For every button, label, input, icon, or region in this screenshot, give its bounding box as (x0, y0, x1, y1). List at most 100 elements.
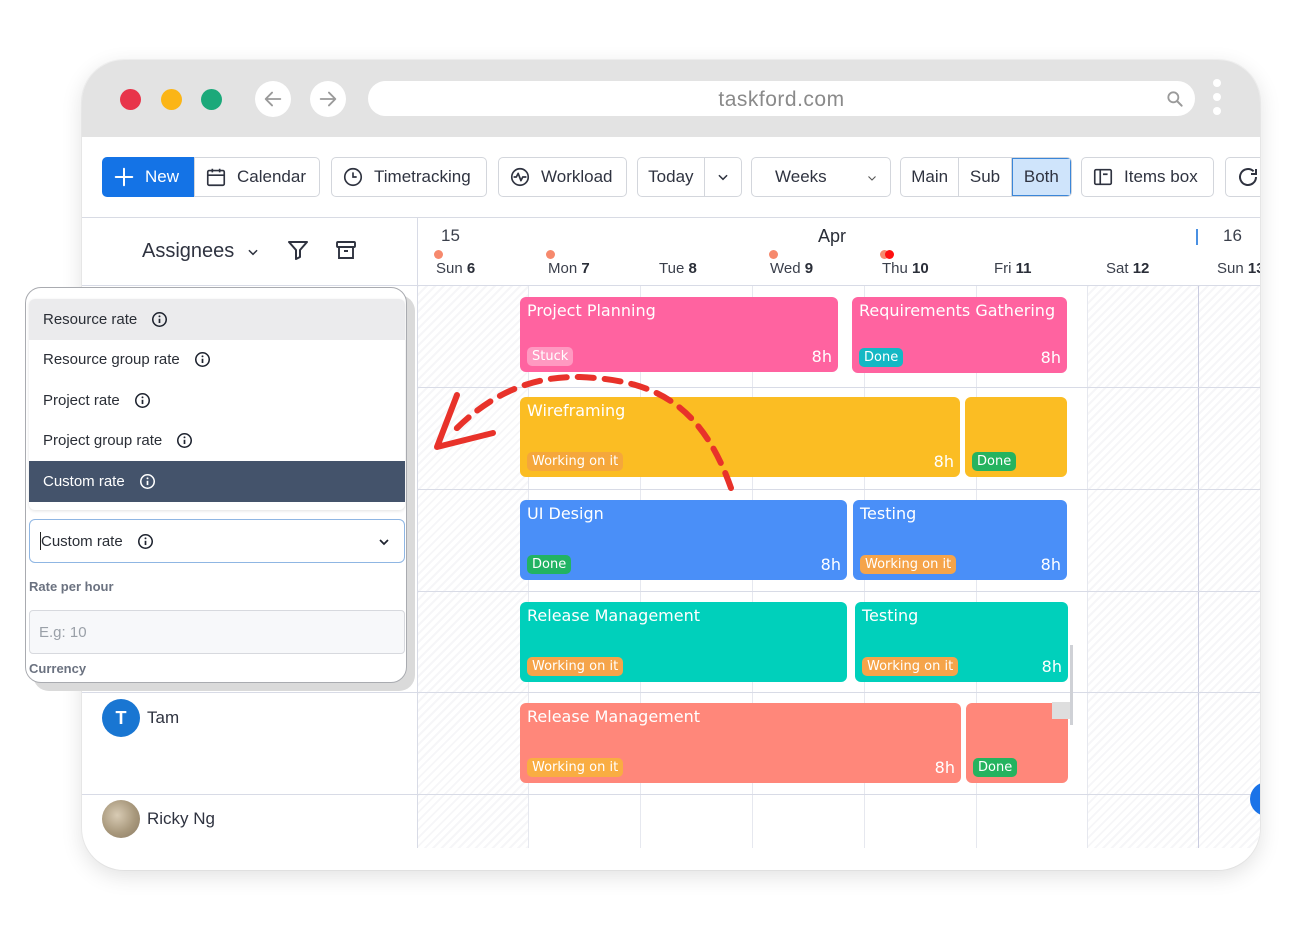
task-bar[interactable]: Testing Working on it 8h (853, 500, 1067, 580)
rate-option-resource-rate[interactable]: Resource rate (29, 299, 405, 340)
rate-type-select[interactable]: Custom rate (29, 519, 405, 563)
status-badge[interactable]: Done (859, 348, 904, 367)
address-bar[interactable]: taskford.com (368, 81, 1195, 116)
toolbar: New Calendar Timetracking Workload Today… (82, 157, 1260, 197)
rate-option-custom-rate[interactable]: Custom rate (29, 461, 405, 502)
task-title: Requirements Gathering (859, 301, 1056, 320)
day-column-sun-6 (417, 285, 528, 848)
option-label: Resource rate (43, 310, 138, 328)
items-box-button[interactable]: Items box (1081, 157, 1214, 197)
maximize-window-button[interactable] (201, 89, 222, 110)
status-badge[interactable]: Working on it (527, 758, 624, 777)
group-by-select[interactable]: Assignees (142, 240, 260, 263)
chevron-down-icon (379, 539, 389, 546)
search-icon[interactable] (1165, 89, 1185, 109)
rate-per-hour-input[interactable]: E.g: 10 (29, 610, 405, 654)
minimize-window-button[interactable] (161, 89, 182, 110)
calendar-icon (206, 168, 226, 187)
calendar-button-label: Calendar (237, 167, 306, 186)
row-divider (82, 285, 417, 286)
range-select[interactable]: Weeks (751, 157, 891, 197)
task-hours: 8h (1040, 555, 1061, 574)
panel-splitter[interactable] (417, 218, 418, 848)
url-text: taskford.com (718, 88, 845, 111)
view-mode-main[interactable]: Main (901, 158, 960, 196)
close-window-button[interactable] (120, 89, 141, 110)
browser-menu-icon[interactable] (1213, 79, 1221, 119)
clock-icon (343, 167, 363, 187)
day-header: Wed 9 (770, 260, 814, 277)
task-title: UI Design (527, 504, 604, 523)
chevron-down-icon (868, 176, 876, 181)
view-mode-both[interactable]: Both (1011, 158, 1071, 196)
rate-per-hour-label: Rate per hour (29, 579, 114, 594)
task-bar[interactable]: Requirements Gathering Done 8h (852, 297, 1067, 373)
info-icon[interactable] (176, 432, 193, 449)
new-button[interactable]: New (102, 157, 194, 197)
task-bar[interactable]: Wireframing Working on it 8h (520, 397, 960, 477)
status-badge[interactable]: Working on it (860, 555, 957, 574)
row-divider (417, 387, 1260, 388)
event-dot[interactable] (769, 250, 778, 259)
timetracking-button-label: Timetracking (374, 167, 471, 186)
task-bar[interactable]: Testing Working on it 8h (855, 602, 1068, 682)
task-title: Wireframing (527, 401, 626, 420)
resource-row-tam[interactable]: T Tam (102, 699, 179, 737)
week-separator (1198, 285, 1199, 848)
task-bar[interactable]: Release Management Working on it 8h (520, 703, 961, 783)
rate-option-project-group-rate[interactable]: Project group rate (29, 421, 405, 462)
group-by-label: Assignees (142, 240, 235, 262)
back-button[interactable] (255, 81, 291, 117)
event-dot[interactable] (546, 250, 555, 259)
avatar: T (102, 699, 140, 737)
resize-knob[interactable] (1052, 702, 1070, 719)
option-label: Resource group rate (43, 351, 180, 369)
info-icon[interactable] (134, 392, 151, 409)
status-badge[interactable]: Working on it (862, 657, 959, 676)
view-mode-sub[interactable]: Sub (959, 158, 1012, 196)
rate-per-hour-placeholder: E.g: 10 (39, 623, 87, 641)
row-divider (417, 692, 1260, 693)
task-bar[interactable]: Project Planning Stuck 8h (520, 297, 838, 372)
status-badge[interactable]: Working on it (527, 657, 624, 676)
day-header: Sat 12 (1106, 260, 1150, 277)
timetracking-button[interactable]: Timetracking (331, 157, 487, 197)
status-badge[interactable]: Done (972, 452, 1017, 471)
refresh-button[interactable] (1225, 157, 1260, 197)
day-header: Mon 7 (548, 260, 590, 277)
forward-button[interactable] (310, 81, 346, 117)
items-box-icon (1093, 168, 1113, 186)
workload-button[interactable]: Workload (498, 157, 627, 197)
option-label: Project group rate (43, 432, 163, 450)
day-header: Thu 10 (882, 260, 929, 277)
week-number-15: 15 (441, 226, 460, 245)
view-mode-sub-label: Sub (969, 167, 1001, 186)
status-badge[interactable]: Stuck (527, 347, 574, 366)
week-number-16: 16 (1223, 226, 1242, 245)
day-column-sat-12 (1087, 285, 1198, 848)
info-icon[interactable] (151, 311, 168, 328)
archive-icon[interactable] (334, 238, 358, 262)
rate-option-resource-group-rate[interactable]: Resource group rate (29, 340, 405, 381)
rate-option-project-rate[interactable]: Project rate (29, 380, 405, 421)
calendar-button[interactable]: Calendar (194, 157, 320, 197)
task-bar[interactable]: Done (965, 397, 1067, 477)
status-badge[interactable]: Done (973, 758, 1018, 777)
row-divider (417, 285, 1260, 286)
task-bar[interactable]: Release Management Working on it (520, 602, 847, 682)
resource-panel-header: Assignees (82, 218, 417, 285)
event-dot[interactable] (434, 250, 443, 259)
event-dot-today[interactable] (885, 250, 894, 259)
info-icon[interactable] (137, 533, 154, 550)
filter-icon[interactable] (286, 238, 310, 262)
info-icon[interactable] (139, 473, 156, 490)
today-button[interactable]: Today (638, 158, 705, 196)
resource-row-ricky-ng[interactable]: Ricky Ng (102, 800, 215, 838)
info-icon[interactable] (194, 351, 211, 368)
resize-handle[interactable] (1070, 645, 1073, 725)
task-title: Testing (860, 504, 917, 523)
status-badge[interactable]: Done (527, 555, 572, 574)
task-bar[interactable]: UI Design Done 8h (520, 500, 847, 580)
status-badge[interactable]: Working on it (527, 452, 624, 471)
today-dropdown-button[interactable] (705, 158, 741, 196)
